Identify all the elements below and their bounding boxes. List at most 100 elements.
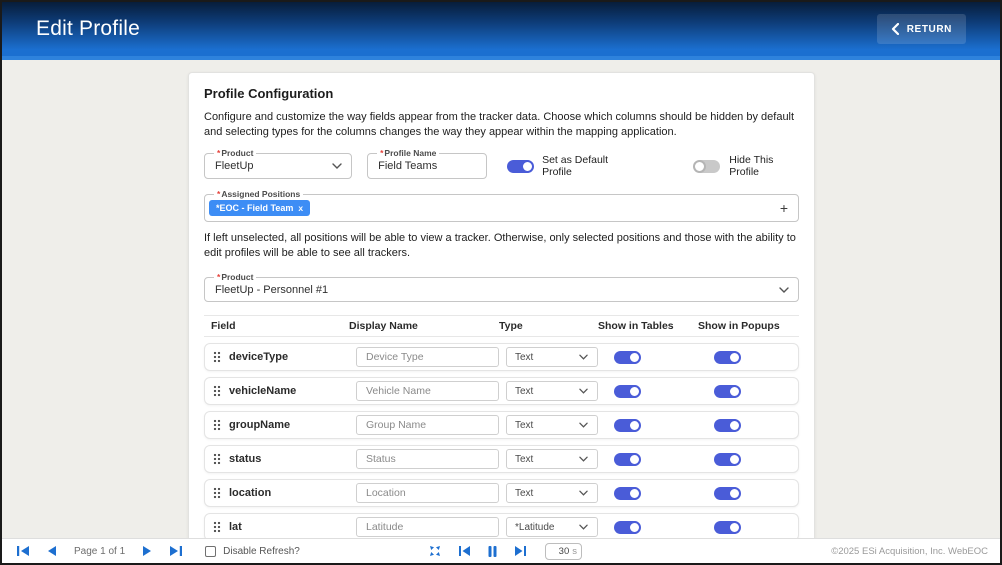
- show-in-popups-toggle[interactable]: [714, 419, 740, 432]
- chevron-down-icon: [579, 524, 588, 530]
- return-label: RETURN: [907, 24, 952, 35]
- show-in-popups-toggle[interactable]: [714, 521, 740, 534]
- field-name: status: [229, 453, 356, 465]
- drag-handle-icon[interactable]: [213, 453, 223, 465]
- chevron-down-icon: [332, 163, 342, 169]
- fields-table-header: Field Display Name Type Show in Tables S…: [204, 315, 799, 337]
- drag-handle-icon[interactable]: [213, 385, 223, 397]
- refresh-icon[interactable]: [420, 545, 450, 557]
- display-name-input[interactable]: Device Type: [356, 347, 499, 367]
- interval-unit: s: [572, 546, 577, 557]
- next-page-button[interactable]: [133, 546, 161, 556]
- add-position-button[interactable]: +: [780, 201, 788, 215]
- hide-profile-toggle[interactable]: [694, 160, 720, 173]
- display-name-input[interactable]: Latitude: [356, 517, 499, 537]
- display-name-input[interactable]: Group Name: [356, 415, 499, 435]
- position-chip-label: *EOC - Field Team: [216, 203, 293, 213]
- header-field: Field: [204, 320, 349, 332]
- type-select[interactable]: Text: [506, 449, 598, 469]
- display-name-input[interactable]: Vehicle Name: [356, 381, 499, 401]
- page-indicator: Page 1 of 1: [74, 546, 125, 557]
- drag-handle-icon[interactable]: [213, 419, 223, 431]
- assigned-positions-field[interactable]: *Assigned Positions *EOC - Field Team x …: [204, 194, 799, 222]
- profile-name-label: *Profile Name: [377, 148, 439, 158]
- field-name: deviceType: [229, 351, 356, 363]
- type-value: Text: [507, 386, 579, 397]
- field-name: groupName: [229, 419, 356, 431]
- table-row: status Status Text: [204, 445, 799, 473]
- product-select[interactable]: *Product FleetUp: [204, 153, 352, 179]
- drag-handle-icon[interactable]: [213, 487, 223, 499]
- profile-name-input[interactable]: *Profile Name Field Teams: [367, 153, 487, 179]
- field-name: lat: [229, 521, 356, 533]
- header-show-in-popups: Show in Popups: [698, 320, 798, 332]
- field-name: location: [229, 487, 356, 499]
- hide-profile-label: Hide This Profile: [729, 154, 799, 178]
- chevron-down-icon: [579, 456, 588, 462]
- display-name-input[interactable]: Status: [356, 449, 499, 469]
- position-chip[interactable]: *EOC - Field Team x: [209, 200, 310, 216]
- product-value: FleetUp: [205, 160, 332, 172]
- product-profile-row: *Product FleetUp *Profile Name Field Tea…: [204, 153, 799, 179]
- previous-page-button[interactable]: [38, 546, 66, 556]
- footer-bar: Page 1 of 1 Disable Refresh?: [2, 538, 1000, 563]
- product-label: *Product: [214, 148, 256, 158]
- table-row: groupName Group Name Text: [204, 411, 799, 439]
- drag-handle-icon[interactable]: [213, 521, 223, 533]
- page-header: Edit Profile RETURN: [2, 2, 1000, 60]
- copyright-text: ©2025 ESi Acquisition, Inc. WebEOC: [831, 546, 988, 557]
- type-select[interactable]: Text: [506, 381, 598, 401]
- show-in-popups-toggle[interactable]: [714, 487, 740, 500]
- show-in-popups-toggle[interactable]: [714, 351, 740, 364]
- refresh-interval-input[interactable]: 30 s: [545, 543, 582, 560]
- set-default-toggle[interactable]: [507, 160, 533, 173]
- disable-refresh-checkbox[interactable]: Disable Refresh?: [205, 546, 300, 557]
- interval-value: 30: [559, 546, 570, 557]
- chevron-left-icon: [891, 23, 899, 35]
- type-select[interactable]: Text: [506, 347, 598, 367]
- table-row: vehicleName Vehicle Name Text: [204, 377, 799, 405]
- chevron-down-icon: [579, 354, 588, 360]
- card-description: Configure and customize the way fields a…: [204, 110, 799, 140]
- chevron-down-icon: [779, 287, 789, 293]
- field-name: vehicleName: [229, 385, 356, 397]
- type-value: Text: [507, 454, 579, 465]
- display-name-input[interactable]: Location: [356, 483, 499, 503]
- drag-handle-icon[interactable]: [213, 351, 223, 363]
- edit-profile-screen: Edit Profile RETURN Profile Configuratio…: [0, 0, 1002, 565]
- disable-refresh-label: Disable Refresh?: [223, 546, 300, 557]
- show-in-tables-toggle[interactable]: [614, 487, 640, 500]
- show-in-tables-toggle[interactable]: [614, 385, 640, 398]
- type-select[interactable]: Text: [506, 483, 598, 503]
- skip-to-end-button[interactable]: [506, 546, 535, 556]
- positions-help-text: If left unselected, all positions will b…: [204, 231, 799, 261]
- main-area: Profile Configuration Configure and cust…: [2, 64, 1000, 540]
- return-button[interactable]: RETURN: [877, 14, 966, 44]
- show-in-tables-toggle[interactable]: [614, 453, 640, 466]
- pause-button[interactable]: [479, 546, 506, 557]
- type-select[interactable]: Text: [506, 415, 598, 435]
- first-page-button[interactable]: [8, 546, 38, 556]
- refresh-controls: 30 s: [420, 543, 582, 560]
- hide-profile-group: Hide This Profile: [694, 154, 799, 178]
- type-value: Text: [507, 488, 579, 499]
- show-in-popups-toggle[interactable]: [714, 385, 740, 398]
- tracker-product-select[interactable]: *Product FleetUp - Personnel #1: [204, 277, 799, 302]
- profile-name-value: Field Teams: [368, 160, 486, 172]
- skip-to-start-button[interactable]: [450, 546, 479, 556]
- tracker-product-value: FleetUp - Personnel #1: [205, 284, 779, 296]
- type-select[interactable]: *Latitude: [506, 517, 598, 537]
- chip-remove-icon[interactable]: x: [298, 203, 303, 213]
- show-in-tables-toggle[interactable]: [614, 351, 640, 364]
- last-page-button[interactable]: [161, 546, 191, 556]
- show-in-tables-toggle[interactable]: [614, 419, 640, 432]
- set-default-group: Set as Default Profile: [507, 154, 632, 178]
- page-title: Edit Profile: [36, 17, 140, 41]
- show-in-tables-toggle[interactable]: [614, 521, 640, 534]
- type-value: Text: [507, 420, 579, 431]
- header-show-in-tables: Show in Tables: [598, 320, 698, 332]
- chevron-down-icon: [579, 490, 588, 496]
- header-type: Type: [499, 320, 598, 332]
- show-in-popups-toggle[interactable]: [714, 453, 740, 466]
- type-value: *Latitude: [507, 522, 579, 533]
